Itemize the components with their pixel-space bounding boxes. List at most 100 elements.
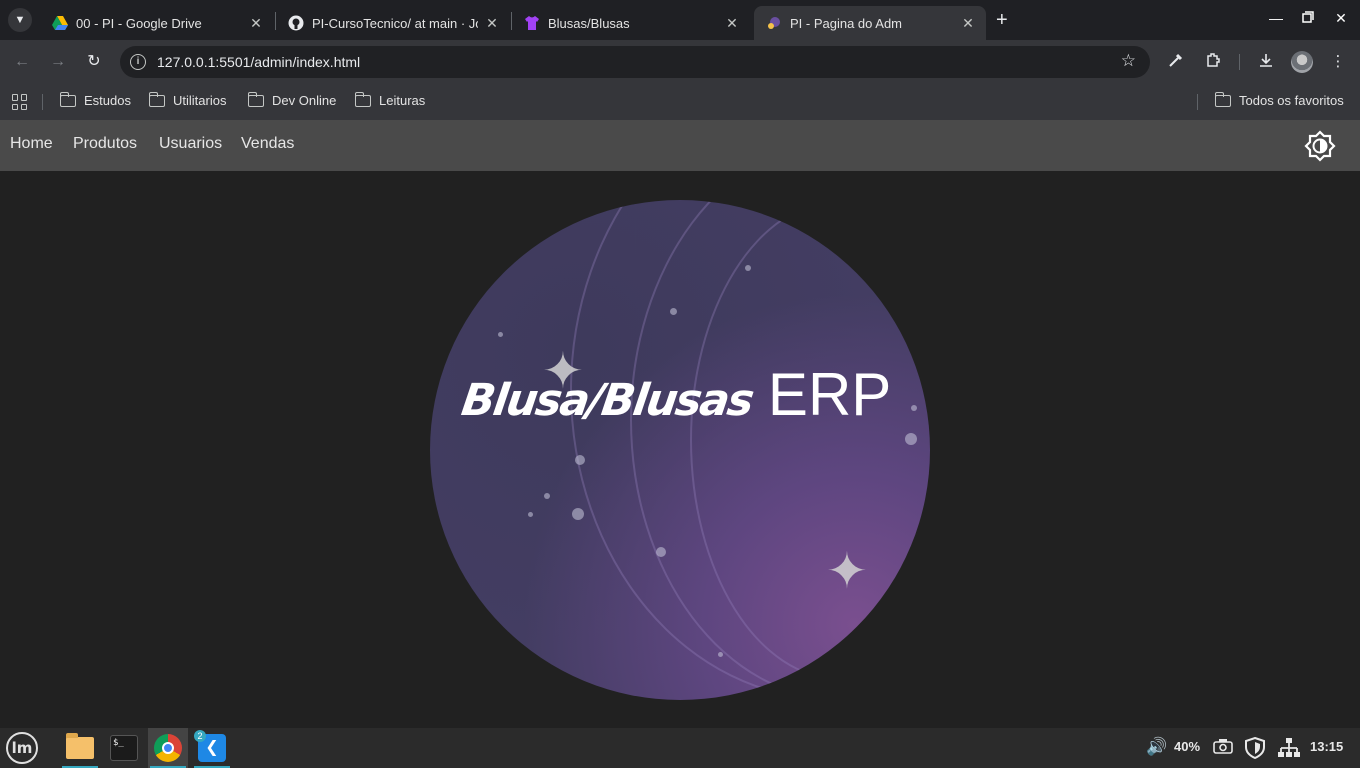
new-tab-button[interactable]: + bbox=[996, 10, 1008, 30]
reload-icon: ↻ bbox=[87, 53, 101, 70]
minimize-icon: — bbox=[1269, 10, 1283, 26]
tab-title: 00 - PI - Google Drive bbox=[76, 15, 202, 31]
folder-icon bbox=[59, 91, 76, 107]
clock[interactable]: 13:15 bbox=[1310, 739, 1343, 754]
theme-toggle-button[interactable] bbox=[1304, 130, 1336, 162]
hero-logo-circle: ✦ ✦ Blusa/Blusas ERP bbox=[430, 200, 930, 700]
hero-decoration bbox=[572, 508, 584, 520]
close-icon: ✕ bbox=[1335, 10, 1347, 26]
sparkle-icon: ✦ bbox=[826, 543, 868, 599]
bookmark-divider bbox=[1197, 94, 1198, 110]
download-icon[interactable] bbox=[1256, 52, 1276, 72]
folder-icon bbox=[354, 91, 371, 107]
taskbar-terminal[interactable]: $_ bbox=[104, 728, 144, 768]
nav-home[interactable]: Home bbox=[10, 135, 53, 153]
files-icon bbox=[66, 733, 94, 759]
hero-decoration bbox=[656, 547, 666, 557]
volume-icon[interactable]: 🔊 bbox=[1146, 737, 1167, 757]
hero-decoration bbox=[544, 493, 550, 499]
site-navbar: Home Produtos Usuarios Vendas bbox=[0, 120, 1360, 171]
chevron-down-icon: ▼ bbox=[14, 14, 26, 26]
network-icon[interactable] bbox=[1278, 737, 1300, 762]
taskbar-chrome[interactable] bbox=[148, 728, 188, 768]
bookmark-star-icon[interactable]: ☆ bbox=[1121, 51, 1136, 71]
bookmark-label: Utilitarios bbox=[173, 93, 227, 108]
close-icon[interactable]: ✕ bbox=[724, 15, 740, 31]
reload-button[interactable]: ↻ bbox=[84, 52, 104, 72]
plus-icon: + bbox=[996, 9, 1008, 31]
folder-icon bbox=[1214, 91, 1231, 107]
menu-dots-icon[interactable]: ⋮ bbox=[1328, 52, 1348, 72]
hero-decoration bbox=[718, 652, 723, 657]
volume-level: 40% bbox=[1174, 739, 1201, 754]
restore-button[interactable] bbox=[1298, 10, 1318, 26]
back-button[interactable]: ← bbox=[12, 52, 32, 72]
hero-title: Blusa/Blusas ERP bbox=[458, 360, 892, 429]
forward-button[interactable]: → bbox=[48, 52, 68, 72]
shirt-icon bbox=[524, 15, 540, 31]
brand-suffix: ERP bbox=[767, 361, 892, 428]
apps-grid-icon[interactable] bbox=[12, 94, 28, 110]
tab-search-button[interactable]: ▼ bbox=[8, 8, 32, 32]
tab-blusas[interactable]: Blusas/Blusas ✕ bbox=[512, 6, 750, 40]
close-icon[interactable]: ✕ bbox=[960, 15, 976, 31]
os-taskbar: lm $_ ❮ 2 🔊 40% 13:15 bbox=[0, 728, 1360, 768]
window-count-badge: 2 bbox=[194, 730, 206, 742]
close-icon[interactable]: ✕ bbox=[248, 15, 264, 31]
bookmark-label: Todos os favoritos bbox=[1239, 93, 1344, 108]
close-window-button[interactable]: ✕ bbox=[1331, 10, 1351, 27]
tab-pagina-do-adm[interactable]: PI - Pagina do Adm ✕ bbox=[754, 6, 986, 40]
bookmark-folder-dev-online[interactable]: Dev Online bbox=[247, 91, 337, 108]
shield-icon[interactable] bbox=[1245, 736, 1265, 762]
mint-menu-icon[interactable]: lm bbox=[6, 732, 38, 764]
toolbar-divider bbox=[1239, 54, 1240, 70]
url-text[interactable]: 127.0.0.1:5501/admin/index.html bbox=[157, 54, 360, 70]
hero-decoration bbox=[745, 265, 751, 271]
arrow-left-icon: ← bbox=[14, 53, 30, 70]
arrow-right-icon: → bbox=[50, 53, 66, 70]
bookmark-divider bbox=[42, 94, 43, 110]
nav-produtos[interactable]: Produtos bbox=[73, 135, 137, 153]
tab-google-drive[interactable]: 00 - PI - Google Drive ✕ bbox=[40, 6, 274, 40]
bookmark-folder-utilitarios[interactable]: Utilitarios bbox=[148, 91, 227, 108]
bookmark-folder-leituras[interactable]: Leituras bbox=[354, 91, 426, 108]
tab-title: Blusas/Blusas bbox=[548, 15, 630, 31]
github-icon bbox=[288, 15, 304, 31]
nav-usuarios[interactable]: Usuarios bbox=[159, 135, 222, 153]
close-icon[interactable]: ✕ bbox=[484, 15, 500, 31]
nav-vendas[interactable]: Vendas bbox=[241, 135, 294, 153]
hero-decoration bbox=[498, 332, 503, 337]
extensions-icon[interactable] bbox=[1203, 52, 1223, 72]
hero-decoration bbox=[905, 433, 917, 445]
site-icon bbox=[766, 15, 782, 31]
bookmark-label: Estudos bbox=[84, 93, 131, 108]
address-bar[interactable]: i 127.0.0.1:5501/admin/index.html ☆ bbox=[120, 46, 1150, 78]
camera-icon[interactable] bbox=[1213, 738, 1233, 757]
eyedropper-icon[interactable] bbox=[1166, 52, 1186, 72]
bookmark-label: Leituras bbox=[379, 93, 426, 108]
hero-decoration bbox=[528, 512, 533, 517]
brightness-icon bbox=[1304, 130, 1336, 162]
taskbar-vscode[interactable]: ❮ 2 bbox=[192, 728, 232, 768]
browser-toolbar: ← → ↻ i 127.0.0.1:5501/admin/index.html … bbox=[0, 40, 1360, 84]
page-content: Home Produtos Usuarios Vendas ✦ ✦ Blusa/ bbox=[0, 120, 1360, 728]
bookmark-label: Dev Online bbox=[272, 93, 337, 108]
tab-github[interactable]: PI-CursoTecnico/ at main · Jo ✕ bbox=[276, 6, 510, 40]
terminal-icon: $_ bbox=[110, 735, 138, 761]
profile-avatar[interactable] bbox=[1291, 51, 1313, 73]
tab-strip: ▼ 00 - PI - Google Drive ✕ PI-CursoTecni… bbox=[0, 0, 1360, 40]
chrome-icon bbox=[154, 734, 182, 762]
hero-decoration bbox=[575, 455, 585, 465]
restore-icon bbox=[1302, 10, 1314, 26]
bookmark-folder-all[interactable]: Todos os favoritos bbox=[1214, 91, 1344, 108]
bookmarks-bar: Estudos Utilitarios Dev Online Leituras … bbox=[0, 84, 1360, 120]
folder-icon bbox=[247, 91, 264, 107]
folder-icon bbox=[148, 91, 165, 107]
hero-decoration bbox=[670, 308, 677, 315]
info-icon[interactable]: i bbox=[130, 54, 146, 70]
bookmark-folder-estudos[interactable]: Estudos bbox=[59, 91, 131, 108]
taskbar-files[interactable] bbox=[60, 728, 100, 768]
minimize-button[interactable]: — bbox=[1266, 10, 1286, 26]
brand-name: Blusa/Blusas bbox=[458, 375, 756, 426]
tab-title: PI-CursoTecnico/ at main · Jo bbox=[312, 15, 478, 31]
